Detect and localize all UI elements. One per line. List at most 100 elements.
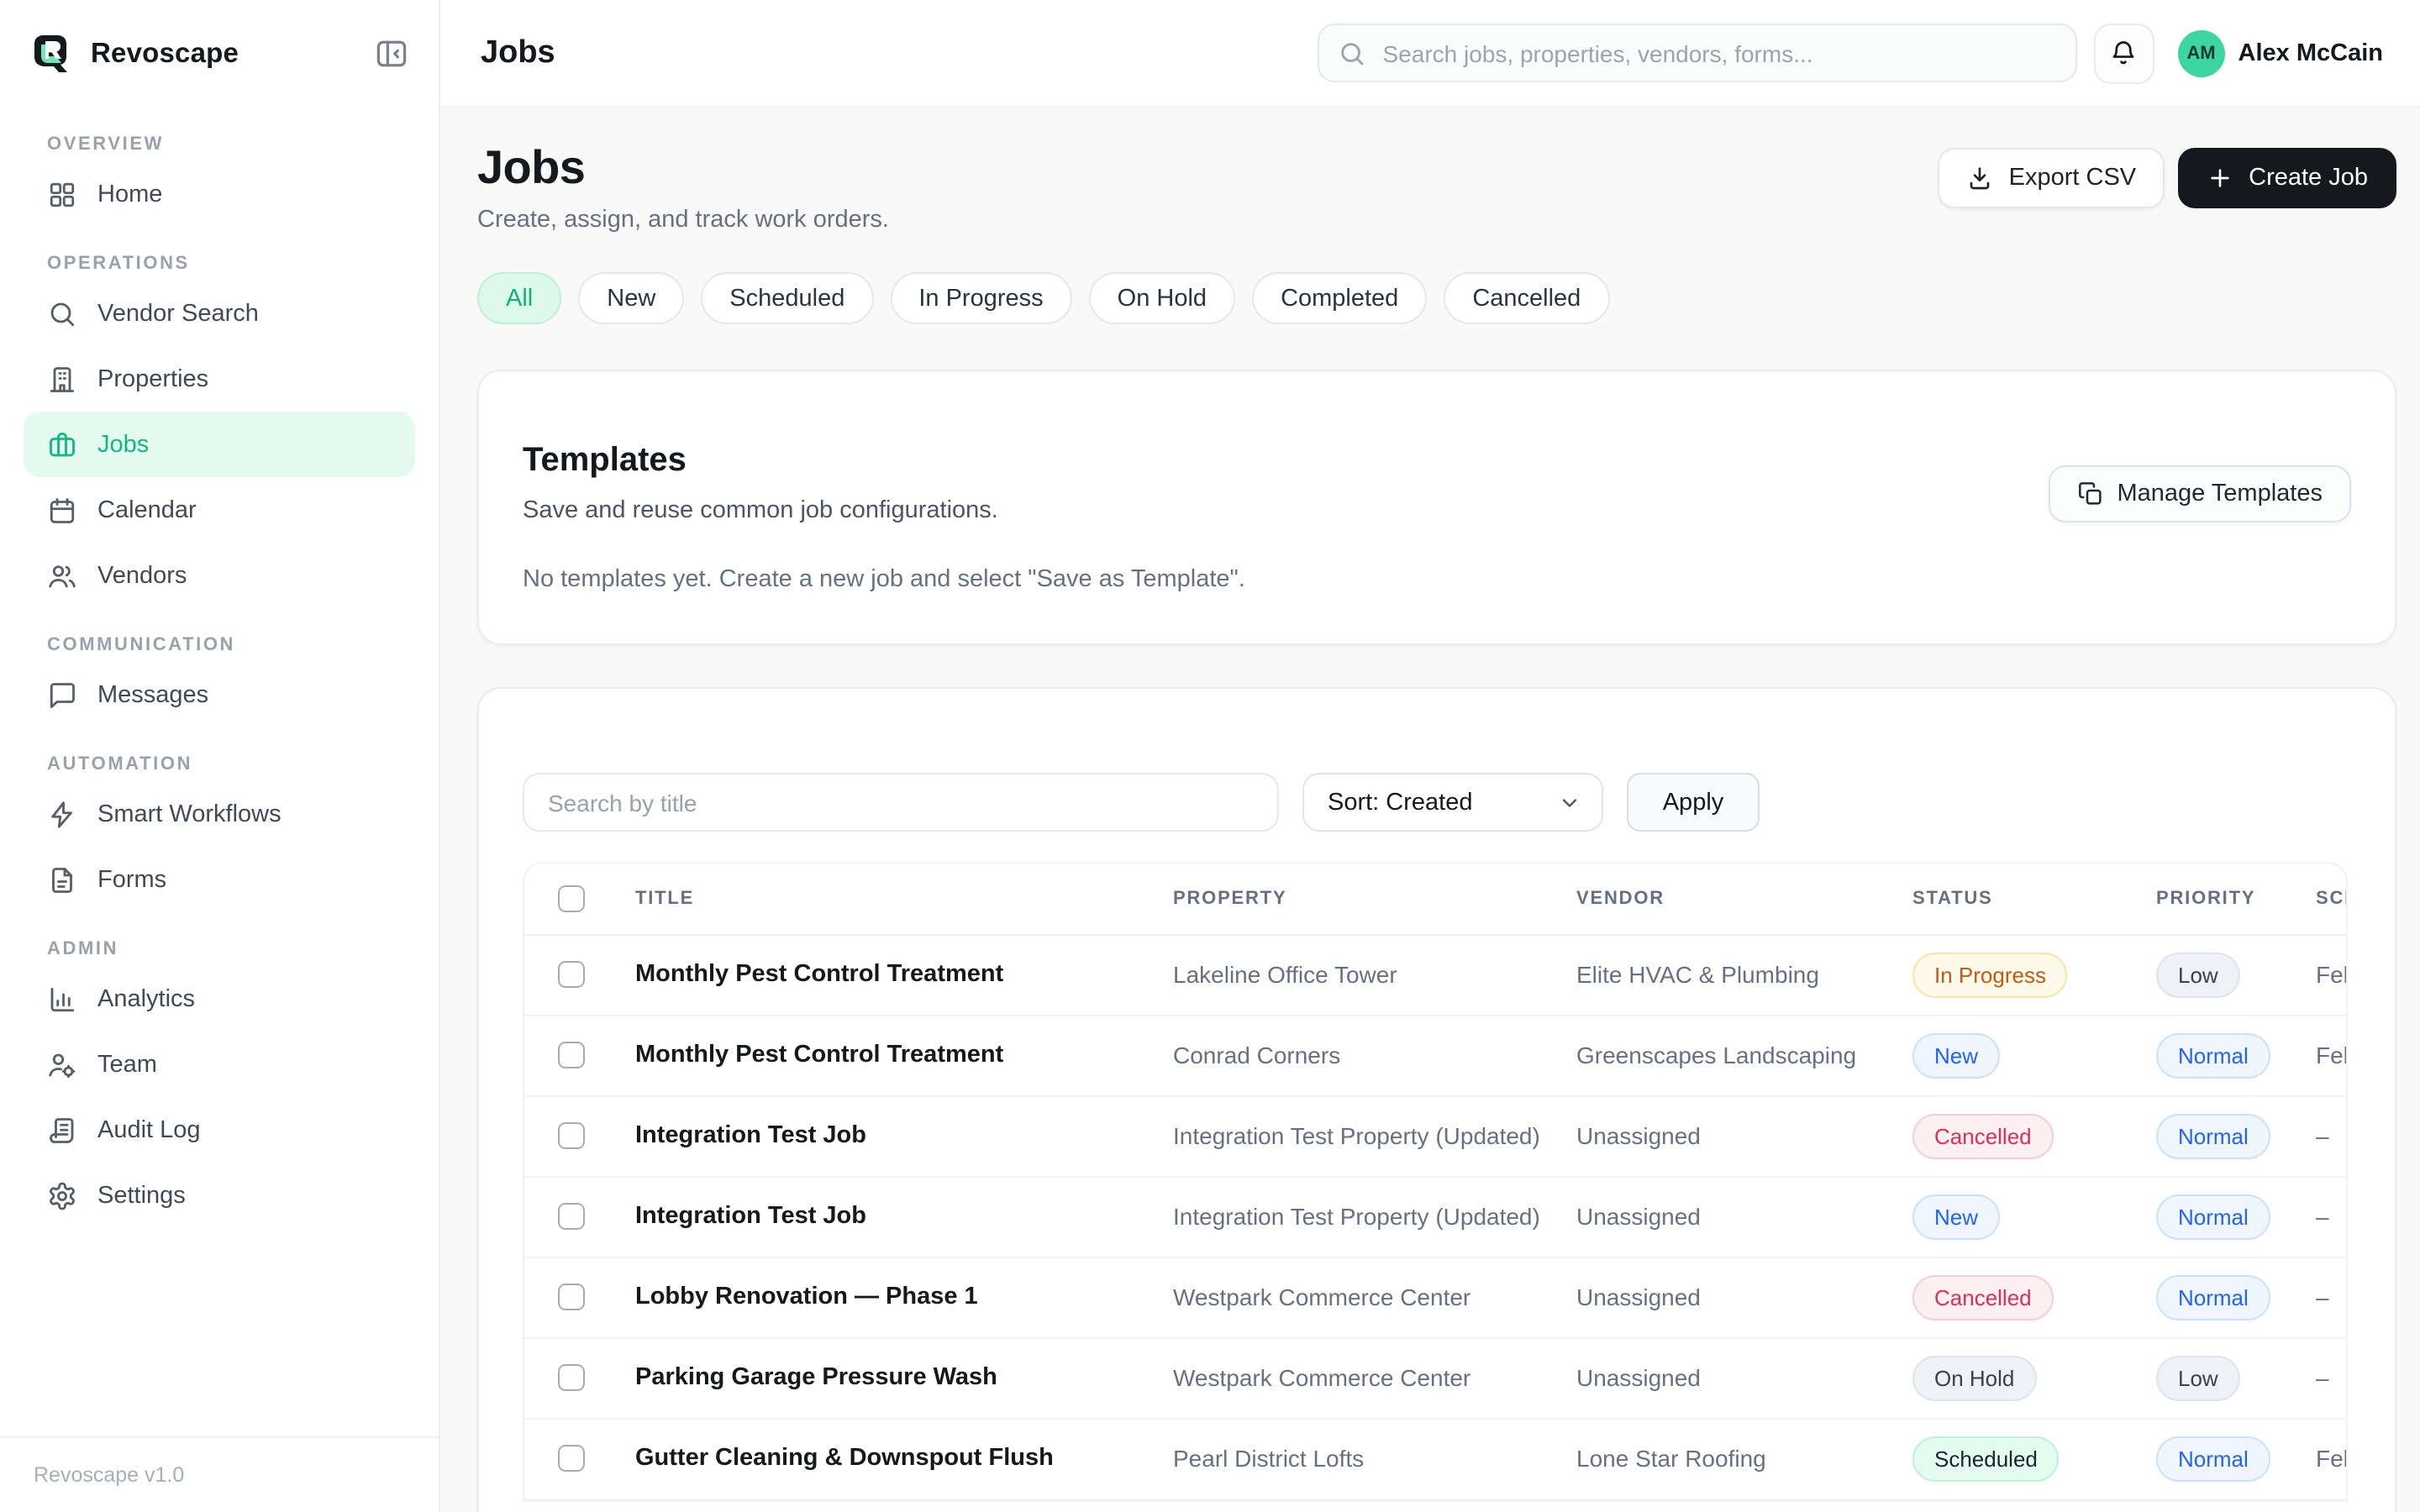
- sidebar-item-smart-workflows[interactable]: Smart Workflows: [24, 781, 415, 847]
- app: Revoscape OVERVIEW Home OPERATIONS Vendo…: [0, 0, 2420, 1512]
- sidebar-item-settings[interactable]: Settings: [24, 1163, 415, 1228]
- sidebar-item-label: Forms: [97, 866, 166, 893]
- section-label-admin: ADMIN: [47, 939, 392, 959]
- row-checkbox[interactable]: [558, 961, 585, 988]
- job-title: Integration Test Job: [605, 1176, 1146, 1257]
- table-row[interactable]: Parking Garage Pressure Wash Westpark Co…: [524, 1337, 2348, 1418]
- sidebar: Revoscape OVERVIEW Home OPERATIONS Vendo…: [0, 0, 440, 1512]
- global-search-input[interactable]: [1318, 24, 2077, 82]
- section-label-communication: COMMUNICATION: [47, 635, 392, 655]
- sidebar-item-team[interactable]: Team: [24, 1032, 415, 1097]
- status-badge: New: [1912, 1194, 2000, 1239]
- page-title: Jobs: [477, 141, 889, 195]
- plus-icon: [2207, 165, 2233, 192]
- status-badge: On Hold: [1912, 1355, 2036, 1400]
- table-row[interactable]: Integration Test Job Integration Test Pr…: [524, 1176, 2348, 1257]
- job-property: Integration Test Property (Updated): [1146, 1176, 1549, 1257]
- sidebar-item-analytics[interactable]: Analytics: [24, 966, 415, 1032]
- export-csv-button[interactable]: Export CSV: [1939, 148, 2165, 208]
- table-row[interactable]: Monthly Pest Control Treatment Conrad Co…: [524, 1015, 2348, 1095]
- job-scheduled: Feb 2: [2289, 1418, 2348, 1499]
- sort-select-value: Sort: Created: [1328, 789, 1473, 816]
- row-checkbox[interactable]: [558, 1284, 585, 1310]
- sidebar-item-home[interactable]: Home: [24, 161, 415, 227]
- search-icon: [1338, 39, 1366, 67]
- job-scheduled: –: [2289, 1095, 2348, 1176]
- create-job-button[interactable]: Create Job: [2178, 148, 2396, 208]
- job-scheduled: Feb 2: [2289, 1015, 2348, 1095]
- sidebar-item-properties[interactable]: Properties: [24, 346, 415, 412]
- job-vendor: Greenscapes Landscaping: [1549, 1015, 1886, 1095]
- job-scheduled: Feb 3: [2289, 934, 2348, 1015]
- building-icon: [47, 364, 77, 394]
- job-title: Parking Garage Pressure Wash: [605, 1337, 1146, 1418]
- manage-templates-button[interactable]: Manage Templates: [2048, 465, 2351, 522]
- page-content: Jobs Create, assign, and track work orde…: [440, 108, 2420, 1512]
- revoscape-logo-icon: [27, 30, 74, 77]
- row-checkbox[interactable]: [558, 1445, 585, 1472]
- manage-templates-label: Manage Templates: [2117, 480, 2323, 507]
- table-row[interactable]: Monthly Pest Control Treatment Lakeline …: [524, 934, 2348, 1015]
- message-icon: [47, 680, 77, 710]
- row-checkbox[interactable]: [558, 1122, 585, 1149]
- bell-icon: [2110, 39, 2139, 67]
- priority-badge: Low: [2156, 1355, 2240, 1400]
- filter-chip-on-hold[interactable]: On Hold: [1089, 272, 1235, 324]
- topbar: Jobs AM Alex McCain: [440, 0, 2420, 108]
- gear-icon: [47, 1180, 77, 1210]
- filter-chip-new[interactable]: New: [578, 272, 684, 324]
- jobs-table: TITLE PROPERTY VENDOR STATUS PRIORITY SC…: [524, 864, 2348, 1499]
- download-icon: [1967, 165, 1994, 192]
- filter-chip-all[interactable]: All: [477, 272, 561, 324]
- sidebar-item-messages[interactable]: Messages: [24, 662, 415, 727]
- job-scheduled: –: [2289, 1257, 2348, 1337]
- job-property: Conrad Corners: [1146, 1015, 1549, 1095]
- notifications-button[interactable]: [2094, 23, 2154, 83]
- filter-chip-cancelled[interactable]: Cancelled: [1444, 272, 1609, 324]
- filter-chip-scheduled[interactable]: Scheduled: [701, 272, 873, 324]
- dashboard-icon: [47, 179, 77, 209]
- avatar[interactable]: AM: [2178, 29, 2225, 76]
- apply-button[interactable]: Apply: [1627, 773, 1760, 832]
- sidebar-item-label: Smart Workflows: [97, 801, 281, 827]
- column-header-vendor: VENDOR: [1549, 864, 1886, 934]
- sidebar-item-label: Vendor Search: [97, 300, 259, 327]
- table-row[interactable]: Lobby Renovation — Phase 1 Westpark Comm…: [524, 1257, 2348, 1337]
- sidebar-item-forms[interactable]: Forms: [24, 847, 415, 912]
- table-row[interactable]: Integration Test Job Integration Test Pr…: [524, 1095, 2348, 1176]
- filter-chip-in-progress[interactable]: In Progress: [890, 272, 1071, 324]
- sidebar-item-vendors[interactable]: Vendors: [24, 543, 415, 608]
- job-vendor: Elite HVAC & Plumbing: [1549, 934, 1886, 1015]
- filter-chip-completed[interactable]: Completed: [1252, 272, 1427, 324]
- section-label-automation: AUTOMATION: [47, 754, 392, 774]
- section-label-operations: OPERATIONS: [47, 254, 392, 274]
- sidebar-nav: OVERVIEW Home OPERATIONS Vendor Search P…: [0, 108, 439, 1436]
- select-all-checkbox[interactable]: [558, 885, 585, 912]
- sidebar-item-calendar[interactable]: Calendar: [24, 477, 415, 543]
- job-title: Monthly Pest Control Treatment: [605, 1015, 1146, 1095]
- row-checkbox[interactable]: [558, 1042, 585, 1068]
- column-header-status: STATUS: [1886, 864, 2129, 934]
- sidebar-item-vendor-search[interactable]: Vendor Search: [24, 281, 415, 346]
- briefcase-icon: [47, 429, 77, 459]
- title-search-input[interactable]: [523, 773, 1279, 832]
- row-checkbox[interactable]: [558, 1203, 585, 1230]
- priority-badge: Normal: [2156, 1032, 2270, 1078]
- sidebar-item-label: Jobs: [97, 431, 149, 458]
- job-scheduled: –: [2289, 1337, 2348, 1418]
- row-checkbox[interactable]: [558, 1364, 585, 1391]
- table-row[interactable]: Gutter Cleaning & Downspout Flush Pearl …: [524, 1418, 2348, 1499]
- sidebar-item-audit-log[interactable]: Audit Log: [24, 1097, 415, 1163]
- job-vendor: Lone Star Roofing: [1549, 1418, 1886, 1499]
- sidebar-item-label: Vendors: [97, 562, 187, 589]
- job-scheduled: –: [2289, 1176, 2348, 1257]
- create-job-label: Create Job: [2249, 165, 2368, 192]
- job-property: Westpark Commerce Center: [1146, 1257, 1549, 1337]
- file-text-icon: [47, 864, 77, 895]
- column-header-scheduled: SCHEDULED: [2289, 864, 2348, 934]
- column-header-priority: PRIORITY: [2129, 864, 2289, 934]
- sidebar-collapse-button[interactable]: [371, 34, 412, 74]
- sidebar-item-jobs[interactable]: Jobs: [24, 412, 415, 477]
- copy-icon: [2076, 480, 2103, 507]
- sort-select[interactable]: Sort: Created: [1302, 773, 1603, 832]
